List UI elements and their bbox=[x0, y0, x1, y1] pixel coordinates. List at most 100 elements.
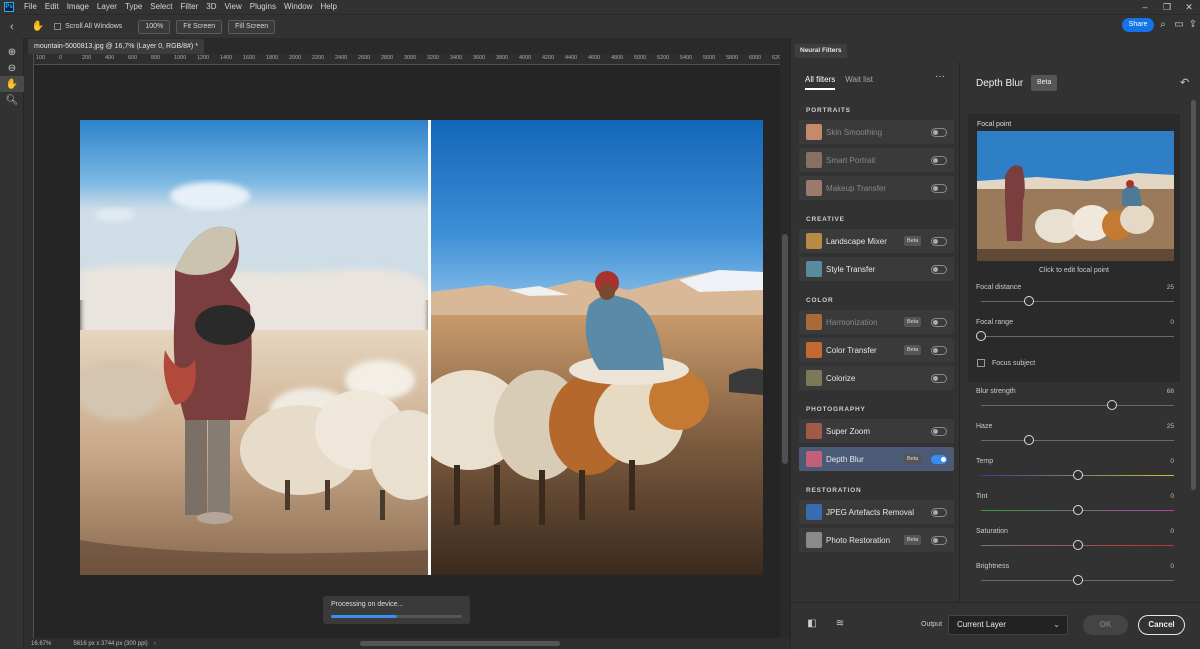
filter-toggle[interactable] bbox=[931, 374, 947, 383]
before-after-divider[interactable] bbox=[428, 120, 431, 575]
menu-type[interactable]: Type bbox=[121, 0, 146, 14]
more-options-icon[interactable]: ··· bbox=[935, 71, 945, 82]
filter-toggle[interactable] bbox=[931, 346, 947, 355]
filter-item-landscape-mixer[interactable]: Landscape Mixer Beta bbox=[799, 229, 954, 253]
slider-handle[interactable] bbox=[976, 331, 986, 341]
menu-image[interactable]: Image bbox=[63, 0, 93, 14]
filter-item-harmonization[interactable]: Harmonization Beta bbox=[799, 310, 954, 334]
slider-handle[interactable] bbox=[1072, 505, 1083, 515]
menu-edit[interactable]: Edit bbox=[41, 0, 63, 14]
zoom-out-icon[interactable]: ⊖ bbox=[0, 60, 24, 76]
document-tab[interactable]: mountain-5000813.jpg @ 16,7% (Layer 0, R… bbox=[28, 39, 204, 54]
menu-view[interactable]: View bbox=[221, 0, 246, 14]
filter-item-depth-blur[interactable]: Depth Blur Beta bbox=[799, 447, 954, 471]
workspace-icon[interactable]: ▭ bbox=[1172, 18, 1186, 32]
fit-screen-button[interactable]: Fit Screen bbox=[176, 19, 223, 34]
filter-item-jpeg-artefacts-removal[interactable]: JPEG Artefacts Removal bbox=[799, 500, 954, 524]
slider-track[interactable] bbox=[981, 440, 1174, 441]
filter-item-colorize[interactable]: Colorize bbox=[799, 366, 954, 390]
ruler-tick-label: 2600 bbox=[358, 55, 371, 61]
beta-badge: Beta bbox=[904, 317, 922, 327]
share-button[interactable]: Share bbox=[1122, 18, 1154, 32]
menu-file[interactable]: File bbox=[20, 0, 41, 14]
filter-name: Photo Restoration bbox=[826, 535, 891, 545]
filter-toggle[interactable] bbox=[931, 536, 947, 545]
filter-name: JPEG Artefacts Removal bbox=[826, 507, 915, 517]
slider-track[interactable] bbox=[981, 301, 1174, 302]
filter-item-super-zoom[interactable]: Super Zoom bbox=[799, 419, 954, 443]
filter-item-style-transfer[interactable]: Style Transfer bbox=[799, 257, 954, 281]
settings-scrollbar[interactable] bbox=[1190, 100, 1198, 600]
restore-button[interactable]: ❐ bbox=[1156, 0, 1178, 14]
filter-toggle[interactable] bbox=[931, 265, 947, 274]
section-portraits: PORTRAITS bbox=[806, 107, 851, 114]
slider-handle[interactable] bbox=[1072, 540, 1083, 550]
scroll-thumb[interactable] bbox=[1191, 100, 1196, 490]
zoom-100-button[interactable]: 100% bbox=[138, 19, 171, 34]
filter-item-photo-restoration[interactable]: Photo Restoration Beta bbox=[799, 528, 954, 552]
scroll-thumb[interactable] bbox=[782, 234, 788, 464]
filter-name: Makeup Transfer bbox=[826, 183, 887, 193]
back-arrow-icon[interactable]: ‹ bbox=[10, 21, 14, 33]
preview-toggle-icon[interactable]: ◧ bbox=[805, 618, 819, 632]
cancel-button[interactable]: Cancel bbox=[1138, 615, 1185, 635]
param-label-blur-strength: Blur strength bbox=[976, 388, 1016, 395]
ruler-tick-label: 4600 bbox=[588, 55, 601, 61]
filter-toggle[interactable] bbox=[931, 128, 947, 137]
filter-item-color-transfer[interactable]: Color Transfer Beta bbox=[799, 338, 954, 362]
ruler-tick-label: 1400 bbox=[220, 55, 233, 61]
ok-button[interactable]: OK bbox=[1083, 615, 1128, 635]
canvas-vertical-scrollbar[interactable] bbox=[780, 54, 790, 638]
menu-layer[interactable]: Layer bbox=[93, 0, 121, 14]
menu-plugins[interactable]: Plugins bbox=[246, 0, 280, 14]
slider-track[interactable] bbox=[981, 336, 1174, 337]
focus-subject-checkbox[interactable]: Focus subject bbox=[977, 359, 1035, 367]
filter-toggle[interactable] bbox=[931, 237, 947, 246]
minimize-button[interactable]: – bbox=[1134, 0, 1156, 14]
canvas-horizontal-scrollbar[interactable] bbox=[200, 641, 760, 646]
filter-toggle[interactable] bbox=[931, 184, 947, 193]
neural-filters-tab[interactable]: Neural Filters bbox=[795, 44, 847, 58]
scroll-thumb[interactable] bbox=[360, 641, 560, 646]
param-value: 68 bbox=[1166, 388, 1174, 395]
hand-icon[interactable]: ✋ bbox=[0, 76, 24, 92]
slider-handle[interactable] bbox=[1072, 470, 1083, 480]
status-arrow-icon[interactable]: › bbox=[154, 641, 156, 647]
processing-toast: Processing on device... bbox=[323, 596, 470, 624]
close-button[interactable]: ✕ bbox=[1178, 0, 1200, 14]
param-label-focal-range: Focal range bbox=[976, 319, 1013, 326]
filter-toggle[interactable] bbox=[931, 318, 947, 327]
filter-item-makeup-transfer[interactable]: Makeup Transfer bbox=[799, 176, 954, 200]
menu-filter[interactable]: Filter bbox=[177, 0, 203, 14]
share-icon[interactable]: ⇪ bbox=[1186, 18, 1200, 32]
menu-window[interactable]: Window bbox=[280, 0, 316, 14]
reset-icon[interactable]: ↶ bbox=[1180, 76, 1189, 89]
tab-wait-list[interactable]: Wait list bbox=[845, 75, 873, 90]
ruler-tick-label: 100 bbox=[36, 55, 46, 61]
filter-toggle[interactable] bbox=[931, 427, 947, 436]
document-image[interactable] bbox=[80, 120, 763, 575]
output-select[interactable]: Current Layer ⌄ bbox=[948, 615, 1068, 635]
filter-toggle[interactable] bbox=[931, 156, 947, 165]
menu-select[interactable]: Select bbox=[146, 0, 176, 14]
layers-icon[interactable]: ≋ bbox=[833, 618, 847, 632]
filter-item-smart-portrait[interactable]: Smart Portrait bbox=[799, 148, 954, 172]
magnifier-icon[interactable]: 🔍︎ bbox=[0, 92, 24, 108]
slider-track[interactable] bbox=[981, 405, 1174, 406]
filter-toggle[interactable] bbox=[931, 508, 947, 517]
slider-handle[interactable] bbox=[1072, 575, 1083, 585]
zoom-level[interactable]: 16.67% bbox=[31, 641, 51, 647]
fill-screen-button[interactable]: Fill Screen bbox=[228, 19, 276, 34]
menu-help[interactable]: Help bbox=[316, 0, 340, 14]
filter-toggle[interactable] bbox=[931, 455, 947, 464]
zoom-in-icon[interactable]: ⊕ bbox=[0, 44, 24, 60]
slider-handle[interactable] bbox=[1107, 400, 1118, 410]
slider-handle[interactable] bbox=[1024, 435, 1035, 445]
focal-point-preview[interactable] bbox=[977, 131, 1174, 261]
filter-item-skin-smoothing[interactable]: Skin Smoothing bbox=[799, 120, 954, 144]
menu-3d[interactable]: 3D bbox=[202, 0, 220, 14]
search-icon[interactable]: ⌕ bbox=[1156, 18, 1170, 32]
scroll-all-windows-checkbox[interactable]: Scroll All Windows bbox=[54, 23, 122, 30]
filter-tabs: All filters Wait list bbox=[805, 75, 883, 90]
tab-all-filters[interactable]: All filters bbox=[805, 75, 836, 90]
